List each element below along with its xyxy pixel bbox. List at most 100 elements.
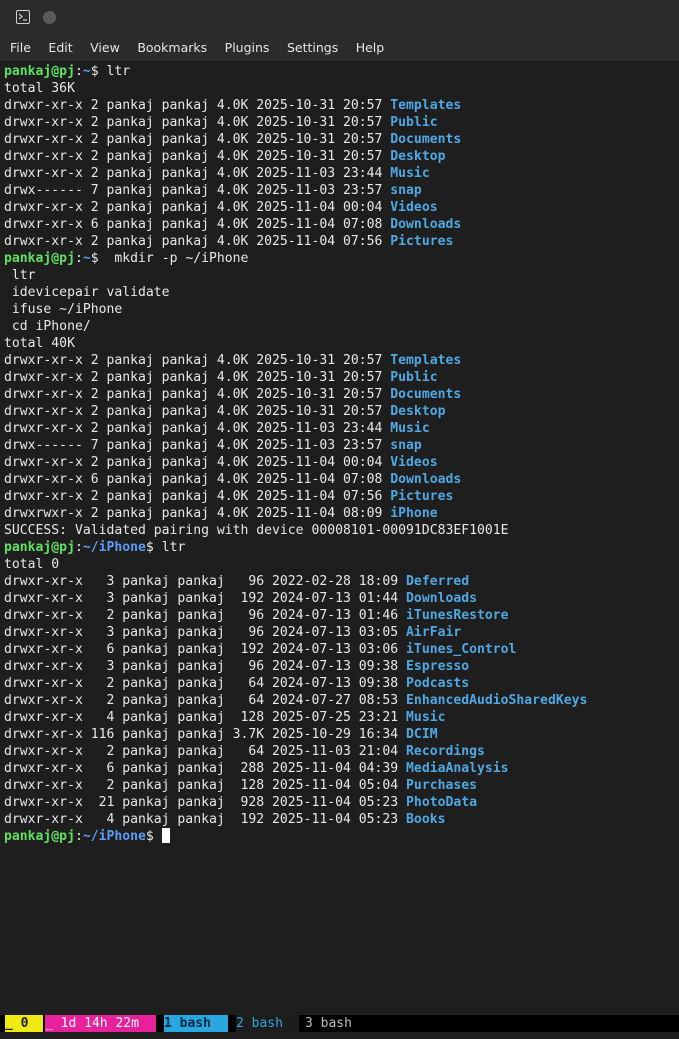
listing-row: drwxr-xr-x 4 pankaj pankaj 192 2025-11-0… <box>4 811 676 828</box>
directory-name: Documents <box>390 387 462 402</box>
directory-name: snap <box>390 438 422 453</box>
listing-metadata: drwxr-xr-x 4 pankaj pankaj 128 2025-07-2… <box>4 710 407 725</box>
menu-plugins[interactable]: Plugins <box>225 40 270 55</box>
listing-metadata: drwxr-xr-x 6 pankaj pankaj 4.0K 2025-11-… <box>4 217 391 232</box>
listing-row: drwxr-xr-x 3 pankaj pankaj 192 2024-07-1… <box>4 590 676 607</box>
text-cursor[interactable] <box>161 828 170 843</box>
directory-name: Documents <box>390 132 462 147</box>
directory-name: Public <box>390 115 438 130</box>
listing-row: drwxr-xr-x 2 pankaj pankaj 4.0K 2025-10-… <box>4 97 676 114</box>
directory-name: EnhancedAudioSharedKeys <box>406 693 588 708</box>
listing-row: drwxr-xr-x 2 pankaj pankaj 4.0K 2025-10-… <box>4 114 676 131</box>
listing-metadata: drwxr-xr-x 2 pankaj pankaj 4.0K 2025-10-… <box>4 132 391 147</box>
output-line: ifuse ~/iPhone <box>4 301 676 318</box>
prompt-user: pankaj@pj <box>4 64 75 79</box>
directory-name: Podcasts <box>406 676 470 691</box>
listing-row: drwxr-xr-x 2 pankaj pankaj 4.0K 2025-11-… <box>4 233 676 250</box>
menu-file[interactable]: File <box>10 40 31 55</box>
listing-metadata: drwxr-xr-x 116 pankaj pankaj 3.7K 2025-1… <box>4 727 407 742</box>
listing-metadata: drwxr-xr-x 2 pankaj pankaj 64 2024-07-13… <box>4 676 407 691</box>
listing-row: drwxrwxr-x 2 pankaj pankaj 4.0K 2025-11-… <box>4 505 676 522</box>
output-text: total 36K <box>4 81 75 96</box>
directory-name: Templates <box>390 353 462 368</box>
output-line: cd iPhone/ <box>4 318 676 335</box>
listing-row: drwxr-xr-x 6 pankaj pankaj 4.0K 2025-11-… <box>4 471 676 488</box>
listing-metadata: drwxr-xr-x 6 pankaj pankaj 4.0K 2025-11-… <box>4 472 391 487</box>
output-line: idevicepair validate <box>4 284 676 301</box>
listing-row: drwxr-xr-x 2 pankaj pankaj 4.0K 2025-10-… <box>4 369 676 386</box>
uptime-indicator: _ 1d 14h 22m <box>45 1015 156 1032</box>
listing-metadata: drwx------ 7 pankaj pankaj 4.0K 2025-11-… <box>4 183 391 198</box>
directory-name: Espresso <box>406 659 470 674</box>
listing-metadata: drwxr-xr-x 3 pankaj pankaj 96 2024-07-13… <box>4 659 407 674</box>
directory-name: Videos <box>390 200 438 215</box>
listing-metadata: drwxr-xr-x 3 pankaj pankaj 192 2024-07-1… <box>4 591 407 606</box>
listing-metadata: drwxr-xr-x 2 pankaj pankaj 4.0K 2025-10-… <box>4 387 391 402</box>
directory-name: Videos <box>390 455 438 470</box>
listing-metadata: drwxr-xr-x 2 pankaj pankaj 4.0K 2025-11-… <box>4 234 391 249</box>
directory-name: Pictures <box>390 489 454 504</box>
listing-row: drwxr-xr-x 2 pankaj pankaj 96 2024-07-13… <box>4 607 676 624</box>
listing-row: drwx------ 7 pankaj pankaj 4.0K 2025-11-… <box>4 182 676 199</box>
listing-row: drwxr-xr-x 3 pankaj pankaj 96 2024-07-13… <box>4 624 676 641</box>
directory-name: snap <box>390 183 422 198</box>
listing-row: drwxr-xr-x 2 pankaj pankaj 4.0K 2025-10-… <box>4 386 676 403</box>
menu-view[interactable]: View <box>90 40 120 55</box>
listing-row: drwxr-xr-x 6 pankaj pankaj 4.0K 2025-11-… <box>4 216 676 233</box>
prompt-separator: : <box>74 64 83 79</box>
directory-name: Pictures <box>390 234 454 249</box>
tab-bash-2[interactable]: 2 bash <box>236 1015 299 1032</box>
output-line: total 0 <box>4 556 676 573</box>
menu-bookmarks[interactable]: Bookmarks <box>137 40 207 55</box>
output-text: ltr <box>4 268 36 283</box>
listing-row: drwxr-xr-x 2 pankaj pankaj 64 2025-11-03… <box>4 743 676 760</box>
tab-bash-3[interactable]: 3 bash <box>305 1015 365 1032</box>
listing-metadata: drwxr-xr-x 2 pankaj pankaj 4.0K 2025-11-… <box>4 200 391 215</box>
output-line: total 36K <box>4 80 676 97</box>
directory-name: Downloads <box>390 217 462 232</box>
prompt-user: pankaj@pj <box>4 829 75 844</box>
listing-row: drwxr-xr-x 4 pankaj pankaj 128 2025-07-2… <box>4 709 676 726</box>
listing-row: drwxr-xr-x 3 pankaj pankaj 96 2024-07-13… <box>4 658 676 675</box>
directory-name: Music <box>390 166 430 181</box>
command-text: ltr <box>98 64 131 79</box>
listing-row: drwxr-xr-x 6 pankaj pankaj 192 2024-07-1… <box>4 641 676 658</box>
listing-row: drwxr-xr-x 2 pankaj pankaj 64 2024-07-13… <box>4 675 676 692</box>
listing-row: drwxr-xr-x 6 pankaj pankaj 288 2025-11-0… <box>4 760 676 777</box>
prompt-separator: : <box>74 829 83 844</box>
directory-name: iPhone <box>390 506 438 521</box>
prompt-line: pankaj@pj:~/iPhone$ ltr <box>4 539 676 556</box>
terminal-output[interactable]: pankaj@pj:~$ ltr total 36K drwxr-xr-x 2 pa… <box>4 63 676 1013</box>
listing-row: drwxr-xr-x 2 pankaj pankaj 4.0K 2025-10-… <box>4 403 676 420</box>
command-text: ltr <box>153 540 186 555</box>
directory-name: Music <box>390 421 430 436</box>
tab-bash-1[interactable]: 1 bash <box>164 1015 228 1032</box>
menu-settings[interactable]: Settings <box>287 40 338 55</box>
output-line: SUCCESS: Validated pairing with device 0… <box>4 522 676 539</box>
terminal-icon <box>16 10 30 24</box>
prompt-separator: : <box>74 251 83 266</box>
listing-metadata: drwxr-xr-x 2 pankaj pankaj 4.0K 2025-10-… <box>4 115 391 130</box>
directory-name: Templates <box>390 98 462 113</box>
menu-help[interactable]: Help <box>356 40 385 55</box>
listing-metadata: drwxr-xr-x 3 pankaj pankaj 96 2022-02-28… <box>4 574 407 589</box>
listing-metadata: drwxrwxr-x 2 pankaj pankaj 4.0K 2025-11-… <box>4 506 391 521</box>
output-text: SUCCESS: Validated pairing with device 0… <box>4 523 509 538</box>
prompt-user: pankaj@pj <box>4 251 75 266</box>
listing-metadata: drwxr-xr-x 2 pankaj pankaj 4.0K 2025-11-… <box>4 489 391 504</box>
prompt-path: ~/iPhone <box>82 829 146 844</box>
title-bar <box>0 0 679 34</box>
menu-edit[interactable]: Edit <box>48 40 72 55</box>
menu-bar: File Edit View Bookmarks Plugins Setting… <box>0 34 679 62</box>
prompt-line: pankaj@pj:~/iPhone$ <box>4 828 676 845</box>
window-control-icon[interactable] <box>43 11 56 24</box>
listing-metadata: drwxr-xr-x 2 pankaj pankaj 4.0K 2025-10-… <box>4 98 391 113</box>
listing-row: drwxr-xr-x 2 pankaj pankaj 128 2025-11-0… <box>4 777 676 794</box>
prompt-path: ~ <box>82 64 91 79</box>
listing-row: drwxr-xr-x 2 pankaj pankaj 4.0K 2025-11-… <box>4 488 676 505</box>
listing-row: drwxr-xr-x 3 pankaj pankaj 96 2022-02-28… <box>4 573 676 590</box>
listing-metadata: drwxr-xr-x 6 pankaj pankaj 192 2024-07-1… <box>4 642 407 657</box>
output-line: total 40K <box>4 335 676 352</box>
directory-name: Desktop <box>390 149 446 164</box>
output-text: ifuse ~/iPhone <box>4 302 123 317</box>
